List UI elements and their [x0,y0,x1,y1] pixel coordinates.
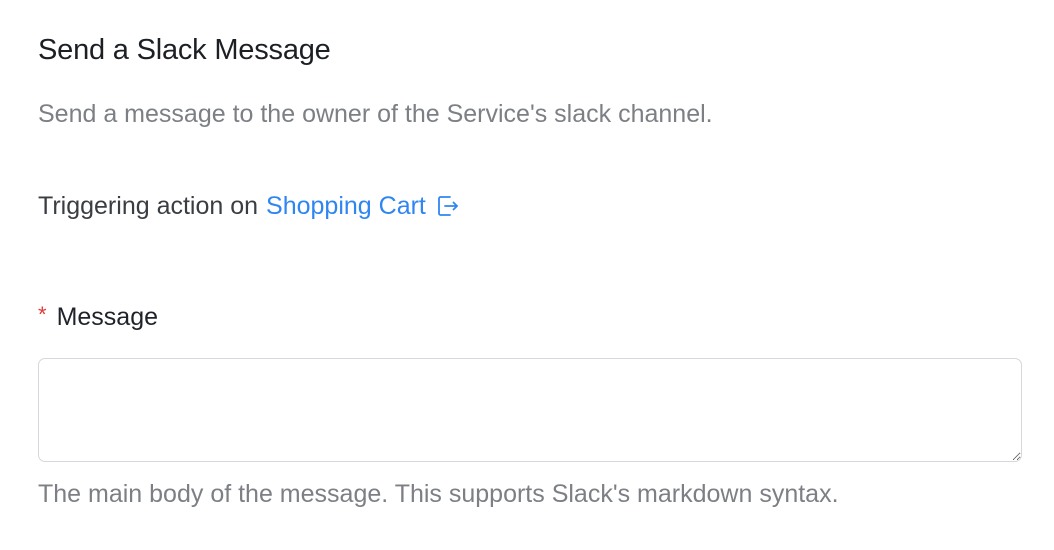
slack-message-form: Send a Slack Message Send a message to t… [38,0,1022,550]
message-input-wrapper [38,358,1022,462]
entity-link-label: Shopping Cart [266,192,426,220]
entity-link-shopping-cart[interactable]: Shopping Cart [266,192,460,221]
form-description: Send a message to the owner of the Servi… [38,100,713,128]
message-helper-text: The main body of the message. This suppo… [38,480,839,508]
message-field-label: * Message [38,301,159,332]
required-asterisk: * [38,301,47,327]
message-label-text: Message [56,303,159,331]
trigger-prefix: Triggering action on [38,192,259,220]
external-link-icon [436,194,460,218]
message-textarea[interactable] [38,358,1022,462]
form-title: Send a Slack Message [38,34,331,66]
trigger-row: Triggering action on Shopping Cart [38,192,460,221]
